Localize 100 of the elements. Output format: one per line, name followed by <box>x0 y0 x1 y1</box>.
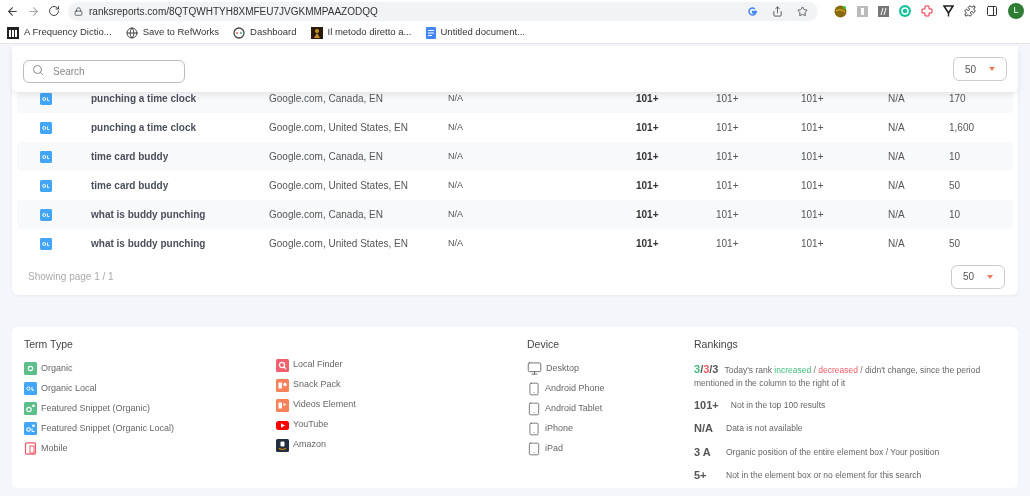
google-icon[interactable] <box>747 5 758 17</box>
side-panel-icon[interactable] <box>986 5 998 17</box>
back-icon[interactable] <box>6 4 19 18</box>
legend-label: iPad <box>545 442 563 455</box>
legend-label: Desktop <box>546 362 580 375</box>
profile-avatar[interactable]: L <box>1008 3 1024 19</box>
ring-pin-badge-icon <box>40 150 52 163</box>
table-cell-text: 101+ <box>636 237 660 251</box>
table-cell-text: N/A <box>448 91 464 105</box>
bookmark[interactable]: Untitled document... <box>425 25 525 40</box>
legend-label: Videos Element <box>293 398 356 412</box>
table-cell-text: 170 <box>949 92 967 106</box>
legend-label: Android Tablet <box>545 402 603 415</box>
search-field[interactable]: Search <box>23 59 185 83</box>
table-cell-text: N/A <box>448 149 464 163</box>
reload-icon[interactable] <box>48 5 60 17</box>
section-title: Term Type <box>24 337 74 352</box>
legend-label: YouTube <box>293 418 329 432</box>
location-cell-text: Google.com, United States, EN <box>269 179 409 193</box>
table-cell-text: 101+ <box>716 237 740 251</box>
caret-icon <box>987 274 993 279</box>
ring-pin-badge-icon <box>40 179 52 192</box>
keyword-cell-text: time card buddy <box>91 150 170 164</box>
table-cell-text: 50 <box>949 237 962 251</box>
page-info: Showing page 1 / 1 <box>28 270 114 284</box>
keyword-cell-text: punching a time clock <box>91 92 198 106</box>
bookmark[interactable]: Save to RefWorks <box>125 25 220 40</box>
share-icon[interactable] <box>772 5 783 17</box>
monitor-icon <box>527 361 542 377</box>
video-badge-icon <box>276 398 289 412</box>
rank-description: Not in the element box or no element for this search <box>726 469 922 482</box>
table-cell-text: N/A <box>448 120 464 134</box>
table-cell-text: 101+ <box>716 121 740 135</box>
table-cell-text: 101+ <box>801 237 825 251</box>
bookmark[interactable]: A Frequency Dictio... <box>7 25 112 40</box>
location-cell-text: Google.com, United States, EN <box>269 121 409 135</box>
ring-pin-badge-icon <box>40 208 52 221</box>
rank-description: Not in the top 100 results <box>730 398 826 412</box>
ring-star-badge-icon <box>24 402 37 416</box>
keyword-cell-text: what is buddy punching <box>91 208 207 222</box>
star-icon[interactable] <box>797 5 808 17</box>
location-cell-text: Google.com, Canada, EN <box>269 208 384 222</box>
table-cell-text: 101+ <box>636 179 660 193</box>
rank-description: Data is not available <box>726 422 803 435</box>
rank-legend-entry: 3/3/3 Today's rank increased / decreased / didn't change, since the period mentioned in the column to the right of it <box>694 362 982 390</box>
address-bar[interactable]: ranksreports.com/8QTQWHTYH8XMFEU7JVGKMMPAAZODQQ <box>68 1 818 21</box>
phone-icon <box>527 421 541 436</box>
table-cell-text: 50 <box>949 179 962 193</box>
legend-label: Local Finder <box>293 358 343 372</box>
page-size-select[interactable]: 50 <box>953 57 1007 81</box>
caret-icon <box>989 67 995 71</box>
table-cell-text: 101+ <box>716 179 740 193</box>
table-cell-text: 101+ <box>636 150 660 164</box>
legend-label: iPhone <box>545 422 574 435</box>
ring-pin-badge-icon <box>40 121 52 134</box>
extension-icon[interactable] <box>878 5 889 17</box>
play-icon <box>276 418 289 432</box>
lock-icon <box>74 6 83 16</box>
phone-icon <box>24 442 37 456</box>
table-cell-text: 101+ <box>801 208 825 222</box>
cross-icon[interactable] <box>921 5 933 17</box>
location-cell-text: Google.com, Canada, EN <box>269 92 384 106</box>
search-icon <box>32 63 44 76</box>
legend-label: Mobile <box>41 442 68 455</box>
table-cell-text: 101+ <box>801 150 825 164</box>
table-cell-text: 101+ <box>716 150 740 164</box>
ring-badge-icon <box>24 362 37 376</box>
bookmark[interactable]: Dashboard <box>233 25 297 40</box>
table-cell-text: 101+ <box>801 92 825 106</box>
table-cell-text: 101+ <box>636 92 660 106</box>
figure-icon <box>310 26 323 39</box>
page-size-select[interactable]: 50 <box>951 264 1005 289</box>
puzzle-icon[interactable] <box>964 5 976 17</box>
ball-icon[interactable] <box>834 4 847 18</box>
url-text: ranksreports.com/8QTQWHTYH8XMFEU7JVGKMMPAAZODQQ <box>89 4 379 19</box>
legend-label: Organic <box>41 362 73 375</box>
table-cell-text: N/A <box>888 237 906 251</box>
tablet-icon <box>527 441 541 456</box>
globe-icon <box>125 26 138 39</box>
rank-symbol: N/A <box>694 421 714 437</box>
keyword-cell-text: punching a time clock <box>91 121 198 135</box>
table-cell-text: 101+ <box>636 121 660 135</box>
keyword-cell-text: what is buddy punching <box>91 237 207 251</box>
table-cell-text: 101+ <box>716 92 740 106</box>
phone-icon <box>527 381 541 396</box>
section-title: Rankings <box>694 337 739 352</box>
table-cell-text: 101+ <box>801 179 825 193</box>
table-cell-text: N/A <box>888 150 906 164</box>
table-cell-text: N/A <box>888 208 906 222</box>
rank-symbol: 3 A <box>694 444 712 460</box>
legend-label: Amazon <box>293 438 327 452</box>
legend-label: Snack Pack <box>293 378 341 392</box>
rank-symbol: 101+ <box>694 397 719 413</box>
legend-label: Organic Local <box>41 382 97 395</box>
table-cell-text: N/A <box>888 121 906 135</box>
table-cell-text: N/A <box>888 92 906 106</box>
bookmark[interactable]: Il metodo diretto a... <box>310 25 412 40</box>
table-cell-text: 10 <box>949 150 962 164</box>
keyword-cell-text: time card buddy <box>91 179 170 193</box>
columns-icon <box>7 26 19 39</box>
